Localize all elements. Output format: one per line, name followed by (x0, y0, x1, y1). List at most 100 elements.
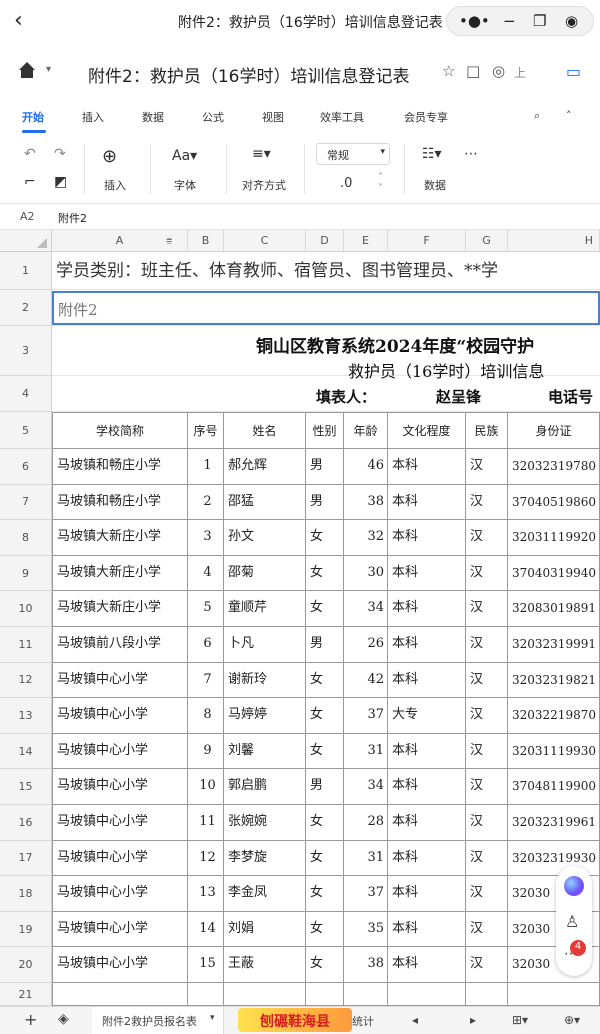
table-cell[interactable] (224, 983, 306, 1006)
table-cell[interactable]: 女 (306, 947, 344, 983)
table-cell[interactable]: 14 (188, 911, 224, 948)
tab-start[interactable]: 开始 (22, 109, 44, 125)
chevron-left-icon[interactable]: ◂ (412, 1013, 418, 1027)
decimal-label[interactable]: .0 (340, 176, 352, 191)
column-header-g[interactable]: G (466, 230, 508, 252)
row-header[interactable]: 16 (0, 805, 52, 841)
font-label[interactable]: 字体 (174, 177, 196, 193)
table-cell[interactable]: 11 (188, 805, 224, 841)
table-cell[interactable]: 马坡镇前八段小学 (52, 627, 188, 663)
eraser-icon[interactable]: ◩ (54, 174, 67, 190)
table-cell[interactable]: 邵猛 (224, 484, 306, 521)
table-cell[interactable]: 男 (306, 627, 344, 663)
column-header-d[interactable]: D (306, 230, 344, 252)
table-cell[interactable]: 31 (344, 733, 388, 770)
table-cell[interactable]: 郝允辉 (224, 449, 306, 485)
table-cell[interactable]: 37 (344, 698, 388, 734)
table-cell[interactable] (188, 983, 224, 1006)
table-cell[interactable]: 刘娟 (224, 911, 306, 948)
column-header-b[interactable]: B (188, 230, 224, 252)
table-cell[interactable]: 本科 (388, 805, 466, 841)
table-cell[interactable]: 8 (188, 698, 224, 734)
chevron-right-icon[interactable]: ▸ (470, 1013, 476, 1027)
back-icon[interactable]: ‹ (14, 8, 23, 33)
table-header-cell[interactable]: 性别 (306, 412, 344, 449)
table-cell[interactable]: 汉 (466, 769, 508, 805)
table-cell[interactable]: 汉 (466, 876, 508, 912)
more-icon[interactable]: ⋯ (464, 146, 478, 162)
table-cell[interactable]: 38 (344, 947, 388, 983)
table-cell[interactable]: 郭启鹏 (224, 769, 306, 805)
check-circle-icon[interactable]: ◎ (492, 62, 505, 80)
table-cell[interactable]: 13 (188, 876, 224, 912)
table-header-cell[interactable]: 民族 (466, 412, 508, 449)
cell-reference[interactable]: A2 (20, 210, 35, 223)
table-cell[interactable]: 32032319991 (508, 627, 600, 663)
table-cell[interactable]: 1 (188, 449, 224, 485)
table-cell[interactable]: 汉 (466, 484, 508, 521)
row-header[interactable]: 17 (0, 840, 52, 877)
table-cell[interactable]: 女 (306, 591, 344, 627)
table-cell[interactable]: 汉 (466, 733, 508, 770)
tab-data[interactable]: 数据 (142, 109, 164, 125)
column-header-f[interactable]: F (388, 230, 466, 252)
restore-icon[interactable]: ❐ (533, 12, 546, 30)
table-cell[interactable]: 32083019891 (508, 591, 600, 627)
table-cell[interactable] (344, 983, 388, 1006)
document-icon[interactable]: □ (466, 62, 480, 80)
table-cell[interactable]: 37 (344, 876, 388, 912)
row-header[interactable]: 10 (0, 591, 52, 627)
table-cell[interactable]: 女 (306, 555, 344, 592)
table-cell[interactable]: 本科 (388, 911, 466, 948)
table-cell[interactable]: 邵菊 (224, 555, 306, 592)
row-header[interactable]: 3 (0, 326, 52, 376)
table-cell[interactable]: 汉 (466, 947, 508, 983)
format-painter-icon[interactable]: ⌐ (24, 174, 36, 190)
table-cell[interactable]: 男 (306, 769, 344, 805)
star-icon[interactable]: ☆ (442, 62, 455, 80)
table-cell[interactable]: 7 (188, 662, 224, 699)
table-cell[interactable]: 汉 (466, 698, 508, 734)
sheet-tab-active[interactable]: 附件2救护员报名表 ▾ (92, 1007, 224, 1034)
tab-efficiency-tools[interactable]: 效率工具 (320, 109, 364, 125)
table-cell[interactable]: 32032319780 (508, 449, 600, 485)
table-cell[interactable]: 谢新玲 (224, 662, 306, 699)
row-header[interactable]: 6 (0, 449, 52, 485)
table-cell[interactable]: 本科 (388, 627, 466, 663)
shirt-icon[interactable]: ♙ (565, 912, 579, 931)
table-cell[interactable]: 本科 (388, 449, 466, 485)
formula-content[interactable]: 附件2 (58, 210, 87, 226)
minimize-icon[interactable]: − (503, 12, 516, 30)
table-cell[interactable]: 本科 (388, 591, 466, 627)
row-header[interactable]: 1 (0, 252, 52, 290)
table-cell[interactable]: 女 (306, 733, 344, 770)
table-cell[interactable]: 本科 (388, 947, 466, 983)
table-cell[interactable]: 本科 (388, 662, 466, 699)
table-cell[interactable]: 10 (188, 769, 224, 805)
table-cell[interactable]: 本科 (388, 484, 466, 521)
table-cell[interactable]: 马坡镇大新庄小学 (52, 591, 188, 627)
table-cell[interactable]: 女 (306, 698, 344, 734)
row-header[interactable]: 11 (0, 627, 52, 663)
table-cell[interactable]: 34 (344, 591, 388, 627)
table-cell[interactable]: 37040319940 (508, 555, 600, 592)
add-sheet-icon[interactable]: + (24, 1010, 37, 1029)
table-cell[interactable]: 李金凤 (224, 876, 306, 912)
filter-icon[interactable]: ⩷ (166, 233, 172, 247)
table-cell[interactable]: 张婉婉 (224, 805, 306, 841)
table-cell[interactable]: 女 (306, 876, 344, 912)
table-cell[interactable]: 32 (344, 520, 388, 556)
table-cell[interactable]: 女 (306, 840, 344, 877)
tab-view[interactable]: 视图 (262, 109, 284, 125)
data-filter-icon[interactable]: ☷▾ (422, 146, 442, 162)
table-cell[interactable]: 本科 (388, 733, 466, 770)
table-cell[interactable]: 28 (344, 805, 388, 841)
table-cell[interactable]: 12 (188, 840, 224, 877)
table-cell[interactable]: 本科 (388, 520, 466, 556)
home-icon[interactable] (18, 62, 36, 78)
table-cell[interactable]: 2 (188, 484, 224, 521)
table-cell[interactable]: 42 (344, 662, 388, 699)
column-header-c[interactable]: C (224, 230, 306, 252)
table-cell[interactable]: 37048119900 (508, 769, 600, 805)
row-header[interactable]: 19 (0, 911, 52, 948)
